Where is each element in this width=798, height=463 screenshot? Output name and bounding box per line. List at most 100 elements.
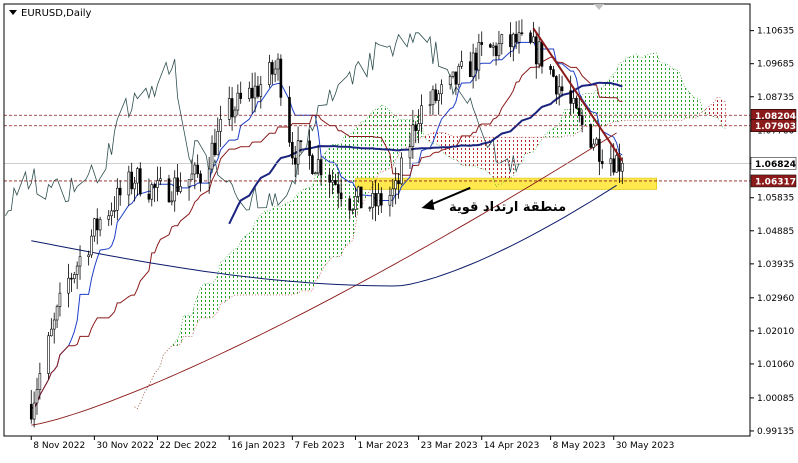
candle-body <box>268 62 271 85</box>
candle <box>308 129 311 170</box>
cloud-segment <box>717 97 720 121</box>
candle <box>411 109 415 159</box>
candle-body <box>537 41 541 65</box>
candle-body <box>90 235 93 256</box>
y-tick-label: 1.08735 <box>757 93 794 103</box>
candle <box>600 149 604 169</box>
chart-window: منطقة ارتداد قوية 1.10635 1.09685 1.08735 1… <box>0 0 798 458</box>
candle <box>67 263 70 308</box>
candle <box>196 154 199 178</box>
y-tick-label: 1.10635 <box>757 27 794 37</box>
candle-body <box>331 180 334 183</box>
chart-canvas: منطقة ارتداد قوية 1.10635 1.09685 1.08735 1… <box>3 3 797 451</box>
x-tick-label: 14 Apr 2023 <box>484 441 540 451</box>
candle <box>136 166 139 196</box>
candle-body <box>308 140 311 156</box>
candle <box>279 54 283 106</box>
candle-body <box>70 277 73 280</box>
candle-body <box>621 162 624 172</box>
candle <box>451 71 455 79</box>
candle-body <box>50 328 53 337</box>
cloud-segment <box>395 116 399 160</box>
candle-body <box>55 306 59 321</box>
candle <box>268 54 271 88</box>
candle <box>138 162 142 197</box>
cloud-segment <box>699 99 703 114</box>
candle-body <box>549 66 552 70</box>
cloud-segment <box>312 174 316 291</box>
cloud-segment <box>338 143 342 257</box>
cloud-segment <box>237 241 241 296</box>
candle-body <box>468 61 472 78</box>
candle-body <box>460 61 463 67</box>
annotation-text: منطقة ارتداد قوية <box>449 200 566 215</box>
candle <box>293 145 297 178</box>
candle-body <box>394 180 397 190</box>
y-tick-label: 1.02010 <box>757 327 794 337</box>
candle <box>199 170 202 192</box>
cloud-segment <box>536 137 540 148</box>
candle-body <box>440 84 443 95</box>
cloud-segment <box>303 186 313 291</box>
candle <box>118 180 122 206</box>
cloud-segment <box>220 260 224 303</box>
candle <box>428 91 432 115</box>
candle <box>434 83 438 104</box>
candle <box>130 162 133 195</box>
cloud-segment <box>676 69 680 121</box>
candle-body <box>457 65 461 85</box>
cloud-segment <box>375 108 379 182</box>
cloud-segment <box>355 125 359 226</box>
candle <box>90 229 93 258</box>
candle-body <box>569 90 572 104</box>
candle-body <box>417 123 420 131</box>
cloud-segment <box>622 59 626 121</box>
candle <box>75 261 79 290</box>
cloud-segment <box>235 247 238 296</box>
candle-body <box>110 210 113 217</box>
candle-body <box>615 155 618 173</box>
candle-body <box>176 177 179 192</box>
cloud-segment <box>639 58 643 121</box>
cloud-segment <box>665 63 674 121</box>
candle <box>380 187 383 213</box>
candle <box>431 85 435 116</box>
candle-body <box>552 69 555 77</box>
cloud-segment <box>674 69 677 121</box>
cloud-segment <box>323 144 333 267</box>
candle <box>179 172 182 194</box>
candle-body <box>534 36 538 65</box>
candle <box>537 26 541 69</box>
candle <box>560 75 564 97</box>
candle-body <box>113 210 116 212</box>
cloud-segment <box>455 136 459 163</box>
cloud-segment <box>263 209 273 295</box>
candle-body <box>529 32 532 43</box>
candle-body <box>118 187 122 196</box>
candle <box>110 202 113 226</box>
candle-body <box>95 218 99 231</box>
cloud-segment <box>301 189 304 291</box>
candle-body <box>494 45 498 57</box>
cloud-segment <box>478 137 482 169</box>
x-tick-label: 22 Dec 2022 <box>160 441 218 451</box>
candle-body <box>374 193 377 207</box>
cloud-segment <box>252 222 256 295</box>
candle-body <box>32 402 36 420</box>
candle <box>256 75 260 99</box>
cloud-segment <box>605 73 614 126</box>
candle <box>316 144 320 176</box>
cloud-segment <box>280 204 284 295</box>
candle-body <box>368 207 372 209</box>
candle-body <box>75 265 79 275</box>
title-menu-icon <box>9 10 17 15</box>
candle-body <box>388 195 392 206</box>
candle-body <box>612 158 616 173</box>
candle <box>517 20 521 54</box>
candle-body <box>159 178 162 181</box>
candle <box>147 178 151 203</box>
candle <box>276 53 280 81</box>
candle <box>213 128 217 157</box>
candle <box>127 165 131 207</box>
chart-title: EURUSD,Daily <box>21 8 92 19</box>
